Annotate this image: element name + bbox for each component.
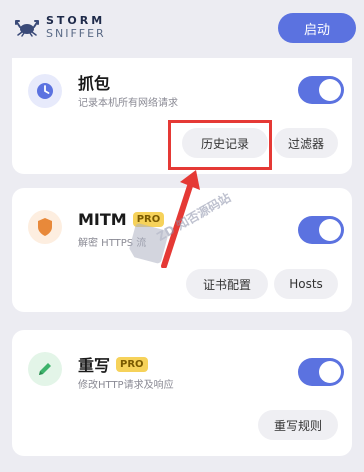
capture-toggle[interactable] xyxy=(298,76,344,104)
start-button[interactable]: 启动 xyxy=(278,13,356,43)
certificate-config-button[interactable]: 证书配置 xyxy=(186,269,268,299)
mitm-toggle[interactable] xyxy=(298,216,344,244)
rewrite-toggle[interactable] xyxy=(298,358,344,386)
hosts-button[interactable]: Hosts xyxy=(274,269,338,299)
pro-badge: PRO xyxy=(116,356,148,372)
toggle-knob xyxy=(319,79,341,101)
crab-logo-icon xyxy=(15,20,39,37)
toggle-knob xyxy=(319,361,341,383)
capture-title: 抓包 xyxy=(78,70,110,94)
clock-icon xyxy=(28,74,62,108)
rewrite-rules-button[interactable]: 重写规则 xyxy=(258,410,338,440)
pencil-icon xyxy=(28,352,62,386)
rewrite-subtitle: 修改HTTP请求及响应 xyxy=(78,380,174,391)
capture-subtitle: 记录本机所有网络请求 xyxy=(78,98,178,109)
toggle-knob xyxy=(319,219,341,241)
filter-button[interactable]: 过滤器 xyxy=(274,128,338,158)
storm-sniffer-logo: STORM SNIFFER xyxy=(14,14,106,40)
rewrite-title: 重写 PRO xyxy=(78,352,148,376)
highlight-box xyxy=(168,120,272,170)
rewrite-card: 重写 PRO 修改HTTP请求及响应 重写规则 xyxy=(12,330,352,456)
rewrite-title-text: 重写 xyxy=(78,356,111,375)
logo-text-sniffer: SNIFFER xyxy=(46,27,106,40)
shield-icon xyxy=(28,210,62,244)
app-header: STORM SNIFFER 启动 xyxy=(0,0,364,58)
logo-text-storm: STORM xyxy=(46,14,106,27)
capture-title-text: 抓包 xyxy=(78,74,111,93)
